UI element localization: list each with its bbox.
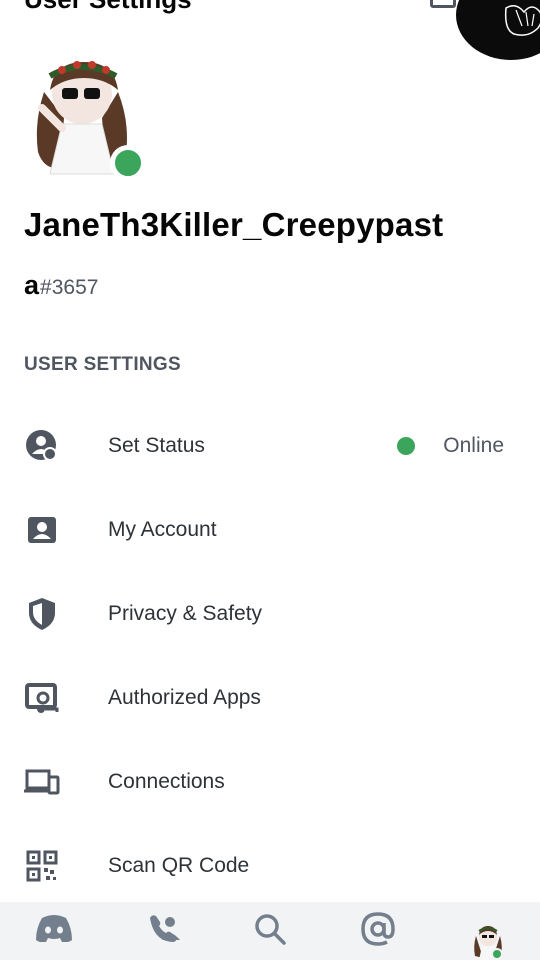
menu-item-connections[interactable]: Connections <box>0 740 540 824</box>
menu-item-scan-qr[interactable]: Scan QR Code <box>0 824 540 908</box>
menu-item-privacy-safety[interactable]: Privacy & Safety <box>0 572 540 656</box>
bottom-navigation <box>0 902 540 960</box>
mentions-icon <box>361 912 395 946</box>
menu-item-label: Set Status <box>108 434 205 457</box>
status-text: Online <box>443 434 504 457</box>
menu-item-label: Connections <box>108 770 225 793</box>
menu-item-my-account[interactable]: My Account <box>0 488 540 572</box>
username: JaneTh3Killer_Creepypast <box>24 206 444 243</box>
page-title: User Settings <box>24 0 192 15</box>
menu-item-label: Authorized Apps <box>108 686 261 709</box>
nav-online-indicator <box>491 948 503 960</box>
top-bar: User Settings <box>0 0 540 60</box>
nav-home-button[interactable] <box>30 912 78 960</box>
menu-item-set-status[interactable]: Set Status Online <box>0 404 540 488</box>
online-dot <box>397 437 416 455</box>
account-icon <box>24 512 60 548</box>
tag-prefix: a <box>24 270 40 300</box>
qr-code-icon <box>24 848 60 884</box>
status-icon <box>24 428 60 464</box>
shield-icon <box>24 596 60 632</box>
menu-item-label: My Account <box>108 518 217 541</box>
corner-avatar[interactable] <box>456 0 540 60</box>
hand-sign-image <box>504 5 540 36</box>
nav-friends-button[interactable] <box>140 912 188 960</box>
nitro-gift-icon[interactable] <box>430 0 456 8</box>
discord-home-icon <box>36 915 72 942</box>
status-value: Online <box>397 434 504 458</box>
search-icon <box>255 914 286 945</box>
section-header: USER SETTINGS <box>24 354 181 375</box>
menu-item-label: Privacy & Safety <box>108 602 263 625</box>
nav-mentions-button[interactable] <box>354 912 402 960</box>
online-status-indicator <box>110 145 146 181</box>
user-tag: a #3657 <box>24 270 98 301</box>
discriminator: #3657 <box>40 276 99 299</box>
menu-item-authorized-apps[interactable]: Authorized Apps <box>0 656 540 740</box>
nav-search-button[interactable] <box>246 912 294 960</box>
authorized-apps-icon <box>24 680 60 716</box>
devices-icon <box>24 764 60 800</box>
friends-icon <box>150 915 180 942</box>
menu-item-label: Scan QR Code <box>108 854 250 877</box>
